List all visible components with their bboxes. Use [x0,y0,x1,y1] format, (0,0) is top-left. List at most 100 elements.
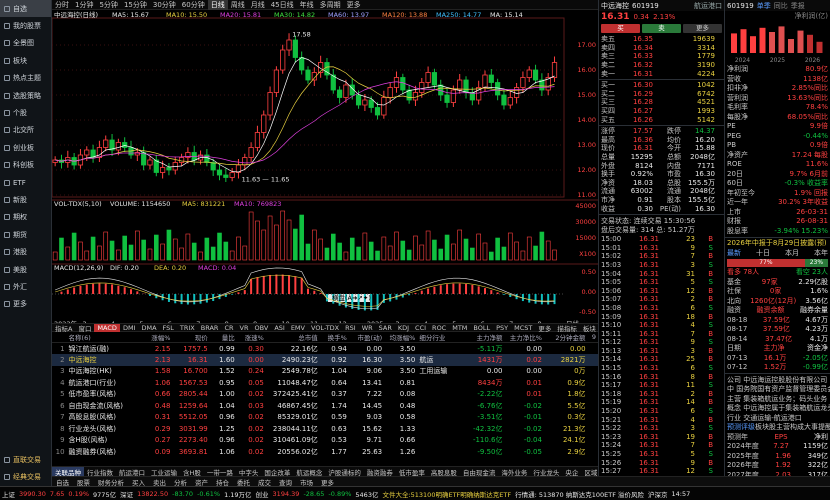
nav-item-16[interactable]: 外汇 [0,278,51,295]
indicator-tab[interactable]: ASI [271,324,288,332]
indicator-tab[interactable]: MTM [449,324,470,332]
table-header-cell[interactable]: 名称(6) [66,332,142,343]
metric-row[interactable]: 基金 97家 2.29亿股 [725,277,830,287]
forecast-tab[interactable]: 大事提醒 [804,423,830,433]
related-tab[interactable]: 工业运输 [148,467,180,477]
related-tab[interactable]: 航运概念 [293,467,325,477]
metric-row[interactable]: 08-14 37.47亿 4.1万 [725,334,830,344]
table-header-cell[interactable]: 均涨幅% [384,332,418,343]
nav-item-8[interactable]: 创业板 [0,139,51,156]
chart-area[interactable]: 17.00 16.00 15.00 14.00 13.00 12.00 11.00 中远海控(… [51,10,598,332]
period-tab[interactable]: 15分钟 [121,0,150,10]
toolbar-item[interactable]: 成交 [254,477,275,487]
indicator-tab[interactable]: CR [221,324,236,332]
table-header-cell[interactable] [52,332,67,343]
nav-item-2[interactable]: 全景图 [0,35,51,52]
toolbar-item[interactable]: 买入 [128,477,149,487]
indicator-tab[interactable]: VOL-TDX [308,324,342,332]
indicator-tab[interactable]: DMI [120,324,139,332]
nav-item-17[interactable]: 更多 [0,296,51,313]
metric-row[interactable]: 扣非净 2.85%同比 [725,84,830,94]
indicator-tab[interactable]: OBV [251,324,271,332]
period-tab[interactable]: 多周期 [317,0,344,10]
metric-row[interactable]: 股息率 -3.94% 15.23% [725,226,830,236]
indicator-tab[interactable]: MACD [94,323,120,332]
indicator-tab[interactable]: 描指标 [554,323,580,333]
indicator-tab[interactable]: KDJ [395,324,412,332]
indicator-tab[interactable]: 更多 [535,323,554,333]
nav-item-12[interactable]: 期权 [0,209,51,226]
toolbar-item[interactable]: 自选 [52,477,73,487]
table-row[interactable]: 5 低市盈率(风格) 0.66 2805.44 1.00 0.02 372425.41亿 0.… [52,389,598,401]
toolbar-item[interactable]: 卖出 [149,477,170,487]
table-row[interactable]: 6 自由现金流(风格) 0.48 1259.64 1.04 0.03 46867.45亿 1.… [52,400,598,412]
period-tab[interactable]: 1分钟 [72,0,96,10]
metric-row[interactable]: 2024年度 7.27 1159亿 [725,442,830,452]
indicator-tab[interactable]: PSY [493,324,511,332]
metric-row[interactable]: 08-18 37.59亿 4.67万 [725,315,830,325]
metric-row[interactable]: 2025年度 1.96 349亿 [725,451,830,461]
period-tab[interactable]: 5分钟 [96,0,120,10]
table-header-cell[interactable]: 涨速% [236,332,266,343]
related-tab[interactable]: 国企改革 [261,467,293,477]
related-tab[interactable]: 自由现金流 [460,467,499,477]
more-button[interactable]: 更多 [683,24,722,33]
tab-single-quarter[interactable]: 单季 [757,1,771,11]
kline-chart[interactable]: 17.00 16.00 15.00 14.00 13.00 12.00 11.00 中远海控(… [51,10,598,328]
metric-row[interactable]: 上市 26-03-31 [725,207,830,217]
table-header-cell[interactable]: 主力净额 [463,332,505,343]
metric-row[interactable]: 20日 9.7% 6月前 [725,169,830,179]
nav-item-4[interactable]: 热点主题 [0,70,51,87]
table-header-cell[interactable]: 换手% [319,332,349,343]
table-header-cell[interactable]: 现价 [172,332,210,343]
nav-item-9[interactable]: 科创板 [0,157,51,174]
indicator-tab[interactable]: CCI [412,324,429,332]
related-tab[interactable]: 融资融券 [364,467,396,477]
nav-item-13[interactable]: 期货 [0,226,51,243]
table-header-cell[interactable]: 细分行业 [417,332,463,343]
metric-row[interactable]: 预测年 EPS 净利 [725,432,830,442]
related-tab[interactable]: 海外业务 [498,467,530,477]
forecast-tab[interactable]: 预测评级 [727,423,755,433]
rating-tab[interactable]: 本年 [814,248,828,258]
table-row[interactable]: 1 锦江航运(融) 2.15 1757.5 0.99 0.30 22.16亿 0.94 0.00… [52,343,598,355]
toolbar-item[interactable]: 持仓 [212,477,233,487]
period-tab[interactable]: 45日线 [268,0,297,10]
indicator-tab[interactable]: 窗口 [75,323,94,333]
nav-item-11[interactable]: 新股 [0,191,51,208]
nav-item-1[interactable]: 我的股票 [0,17,51,34]
nav-item-7[interactable]: 北交所 [0,122,51,139]
period-tab[interactable]: 年线 [297,0,317,10]
nav-item-10[interactable]: ETF [0,174,51,191]
book-row[interactable]: 买五 16.26 5142 [599,115,724,124]
indicator-tab[interactable]: WR [359,324,376,332]
sell-button[interactable]: 卖 [642,24,681,33]
table-row[interactable]: 3 中远海控(HK) 1.58 16.700 1.52 0.24 2549.78亿 1.04 9… [52,366,598,378]
nav-item-classic-trade[interactable]: 经典交易 [0,469,52,486]
indicator-tab[interactable]: 指标A [52,323,75,333]
forecast-tab[interactable]: 主营构成 [776,423,804,433]
period-tab[interactable]: 60分钟 [179,0,208,10]
related-tab[interactable]: 行业指数 [84,467,116,477]
table-row[interactable]: 10 融资融券(风格) 0.09 3693.81 1.06 0.02 20556.02亿 1.… [52,446,598,458]
related-tab[interactable]: 行业龙头 [530,467,562,477]
rating-tab[interactable]: 最新 [727,248,741,258]
metric-row[interactable]: 营收 1138亿 [725,74,830,84]
book-row[interactable]: 卖一 16.31 4224 [599,69,724,78]
toolbar-item[interactable]: 委托 [233,477,254,487]
metric-row[interactable]: 2026年度 1.92 322亿 [725,461,830,471]
indicator-tab[interactable]: MCST [511,324,535,332]
metric-row[interactable]: 净资产 17.24 每股 [725,150,830,160]
metric-row[interactable]: 08-17 37.59亿 4.23万 [725,325,830,335]
table-header-cell[interactable]: 量比 [209,332,237,343]
metric-row[interactable]: PEG -0.44% [725,131,830,141]
nav-item-5[interactable]: 选股策略 [0,87,51,104]
nav-item-6[interactable]: 个股 [0,104,51,121]
indicator-tab[interactable]: BRAR [198,324,222,332]
metric-row[interactable]: ROE 11.6% [725,160,830,170]
toolbar-item[interactable]: 查询 [275,477,296,487]
metric-row[interactable]: 净利润 80.9亿 [725,65,830,75]
table-header-cell[interactable]: 主力净比% [504,332,544,343]
rating-tab[interactable]: 十日 [756,248,770,258]
table-header-cell[interactable]: 总市值 [265,332,320,343]
